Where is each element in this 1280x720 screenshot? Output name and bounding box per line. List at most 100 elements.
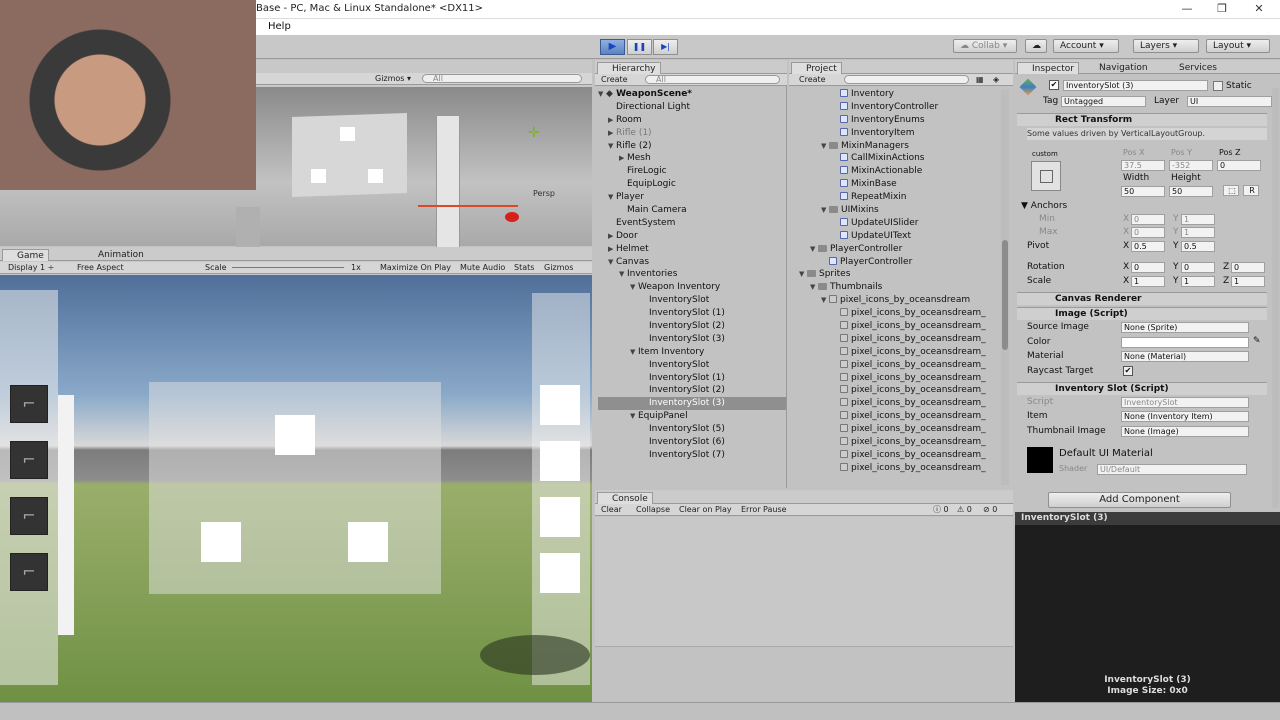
scene-gizmos-dropdown[interactable]: Gizmos ▾ (375, 73, 411, 84)
hierarchy-item[interactable]: ▶ Rifle (1) (598, 127, 786, 140)
hierarchy-item[interactable]: InventorySlot (2) (598, 384, 786, 397)
project-item[interactable]: pixel_icons_by_oceansdream_ (793, 436, 1013, 449)
hierarchy-item[interactable]: ▼ Canvas (598, 256, 786, 269)
raycast-checkbox[interactable]: ✔ (1123, 366, 1133, 376)
project-item[interactable]: UpdateUIText (793, 230, 1013, 243)
project-item[interactable]: InventoryItem (793, 127, 1013, 140)
tab-animation[interactable]: Animation (84, 249, 148, 261)
tab-hierarchy[interactable]: Hierarchy (597, 62, 661, 74)
hierarchy-item[interactable]: InventorySlot (3) (598, 333, 786, 346)
project-item[interactable]: ▼ Sprites (793, 268, 1013, 281)
hierarchy-item[interactable]: ▼ Rifle (2) (598, 140, 786, 153)
project-item[interactable]: Inventory (793, 88, 1013, 101)
hierarchy-item[interactable]: InventorySlot (2) (598, 320, 786, 333)
pistol-slot-icon[interactable]: ⌐ (10, 441, 48, 479)
cloud-button[interactable]: ☁ (1025, 39, 1047, 53)
hierarchy-item[interactable]: FireLogic (598, 165, 786, 178)
anchor-preset-button[interactable] (1031, 161, 1061, 191)
move-gizmo-x[interactable] (418, 205, 518, 207)
pivot-x-field[interactable]: 0.5 (1131, 241, 1165, 252)
display-dropdown[interactable]: Display 1 ÷ (8, 262, 54, 273)
item-slot[interactable] (201, 522, 241, 562)
static-checkbox[interactable] (1213, 81, 1223, 91)
project-item[interactable]: InventoryController (793, 101, 1013, 114)
source-image-field[interactable]: None (Sprite) (1121, 322, 1249, 333)
hierarchy-item[interactable]: ▶ Door (598, 230, 786, 243)
eyedropper-icon[interactable]: ✎ (1253, 335, 1261, 347)
hierarchy-item[interactable]: ▶ Mesh (598, 152, 786, 165)
hierarchy-create-dropdown[interactable]: Create (601, 74, 628, 85)
min-y-field[interactable]: 1 (1181, 214, 1215, 225)
pause-button[interactable]: ❚❚ (627, 39, 652, 55)
tag-dropdown[interactable]: Untagged (1061, 96, 1146, 107)
scale-z-field[interactable]: 1 (1231, 276, 1265, 287)
project-item[interactable]: ▼ Thumbnails (793, 281, 1013, 294)
console-error-toggle[interactable]: ⊘ 0 (983, 504, 997, 515)
tab-project[interactable]: Project (791, 62, 842, 74)
layers-dropdown[interactable]: Layers ▾ (1133, 39, 1199, 53)
foldout-arrow-icon[interactable]: ▶ (608, 114, 616, 127)
layer-dropdown[interactable]: UI (1187, 96, 1272, 107)
foldout-arrow-icon[interactable]: ▼ (810, 281, 818, 294)
gizmo-cone-icon[interactable] (505, 212, 519, 222)
project-item[interactable]: RepeatMixin (793, 191, 1013, 204)
equip-slot[interactable] (540, 385, 580, 425)
project-item[interactable]: pixel_icons_by_oceansdream_ (793, 346, 1013, 359)
hierarchy-item[interactable]: EquipLogic (598, 178, 786, 191)
project-item[interactable]: PlayerController (793, 256, 1013, 269)
account-dropdown[interactable]: Account ▾ (1053, 39, 1119, 53)
blueprint-mode-icon[interactable]: ⬚ (1223, 185, 1239, 196)
posx-field[interactable]: 37.5 (1121, 160, 1165, 171)
rect-transform-header[interactable]: Rect Transform (1017, 113, 1267, 126)
material-field[interactable]: None (Material) (1121, 351, 1249, 362)
mute-audio-toggle[interactable]: Mute Audio (460, 262, 505, 273)
console-info-toggle[interactable]: ⓘ 0 (933, 504, 949, 515)
project-search-input[interactable] (844, 75, 969, 84)
scale-x-field[interactable]: 1 (1131, 276, 1165, 287)
pistol-slot-icon[interactable]: ⌐ (10, 385, 48, 423)
foldout-arrow-icon[interactable]: ▼ (799, 268, 807, 281)
project-item[interactable]: ▼ PlayerController (793, 243, 1013, 256)
console-clear-on-play-toggle[interactable]: Clear on Play (679, 504, 732, 515)
canvas-renderer-header[interactable]: Canvas Renderer (1017, 292, 1267, 305)
play-button[interactable]: ▶ (600, 39, 625, 55)
shader-dropdown[interactable]: UI/Default (1097, 464, 1247, 475)
filter-type-icon[interactable]: ▦ (976, 74, 984, 85)
foldout-arrow-icon[interactable]: ▼ (821, 294, 829, 307)
hierarchy-item[interactable]: ▼ Weapon Inventory (598, 281, 786, 294)
min-x-field[interactable]: 0 (1131, 214, 1165, 225)
project-item[interactable]: InventoryEnums (793, 114, 1013, 127)
game-viewport[interactable]: ⌐ ⌐ ⌐ ⌐ (0, 275, 592, 702)
hierarchy-item[interactable]: InventorySlot (3) (598, 397, 786, 411)
project-item[interactable]: UpdateUISlider (793, 217, 1013, 230)
orientation-gizmo-icon[interactable]: ✛ (528, 125, 540, 141)
project-item[interactable]: pixel_icons_by_oceansdream_ (793, 410, 1013, 423)
scene-root-item[interactable]: ▼ ◆ WeaponScene* (598, 88, 786, 101)
pistol-slot-icon[interactable]: ⌐ (10, 497, 48, 535)
pistol-slot-icon[interactable]: ⌐ (10, 553, 48, 591)
persp-label[interactable]: Persp (533, 189, 555, 198)
project-scroll-thumb[interactable] (1002, 240, 1008, 350)
preview-header[interactable]: InventorySlot (3) (1015, 512, 1280, 525)
active-checkbox[interactable]: ✔ (1049, 80, 1059, 90)
raw-edit-button[interactable]: R (1243, 185, 1259, 196)
console-collapse-toggle[interactable]: Collapse (636, 504, 670, 515)
close-button[interactable]: ✕ (1250, 1, 1268, 17)
layout-dropdown[interactable]: Layout ▾ (1206, 39, 1270, 53)
width-field[interactable]: 50 (1121, 186, 1165, 197)
project-item[interactable]: pixel_icons_by_oceansdream_ (793, 384, 1013, 397)
project-item[interactable]: pixel_icons_by_oceansdream_ (793, 423, 1013, 436)
foldout-arrow-icon[interactable]: ▶ (619, 152, 627, 165)
max-x-field[interactable]: 0 (1131, 227, 1165, 238)
object-name-field[interactable]: InventorySlot (3) (1063, 80, 1208, 91)
foldout-arrow-icon[interactable]: ▼ (821, 204, 829, 217)
project-item[interactable]: ▼ MixinManagers (793, 140, 1013, 153)
scale-y-field[interactable]: 1 (1181, 276, 1215, 287)
anchors-foldout[interactable]: ▼ Anchors (1021, 200, 1067, 212)
collab-button[interactable]: ☁ Collab ▾ (953, 39, 1017, 53)
hierarchy-item[interactable]: EventSystem (598, 217, 786, 230)
foldout-arrow-icon[interactable]: ▼ (630, 410, 638, 423)
rot-z-field[interactable]: 0 (1231, 262, 1265, 273)
project-item[interactable]: pixel_icons_by_oceansdream_ (793, 307, 1013, 320)
item-field[interactable]: None (Inventory Item) (1121, 411, 1249, 422)
